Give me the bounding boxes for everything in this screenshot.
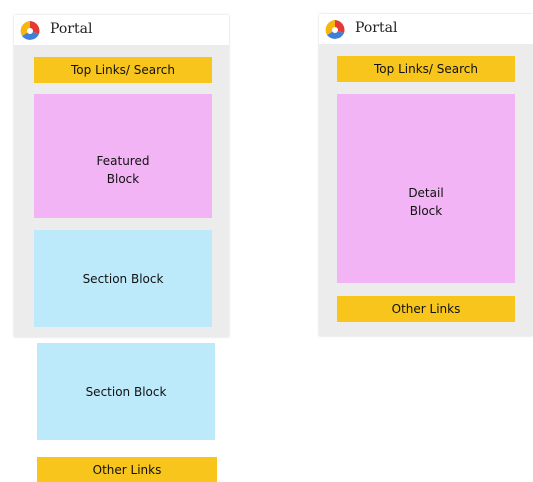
detail-label-line1: Detail xyxy=(408,186,444,200)
section-block-1-label: Section Block xyxy=(82,271,164,286)
left-header: Portal xyxy=(14,15,229,45)
wireframe-canvas: Portal Top Links/ Search Featured Block … xyxy=(0,0,533,482)
right-detail-block: Detail Block xyxy=(337,94,515,283)
left-top-links-search[interactable]: Top Links/ Search xyxy=(34,57,212,83)
featured-label-line1: Featured xyxy=(96,153,150,168)
portal-logo-icon xyxy=(20,21,40,40)
right-mobile-frame: Portal Top Links/ Search Detail Block Ot… xyxy=(319,14,533,336)
left-section-block-1: Section Block xyxy=(34,230,212,327)
portal-logo-icon xyxy=(325,20,345,39)
detail-label-line2: Block xyxy=(409,204,443,218)
right-brand-label: Portal xyxy=(355,20,398,36)
right-other-links[interactable]: Other Links xyxy=(337,296,515,322)
right-other-links-label: Other Links xyxy=(391,302,461,316)
left-featured-block: Featured Block xyxy=(34,94,212,218)
left-brand-label: Portal xyxy=(50,21,93,37)
right-top-links-search[interactable]: Top Links/ Search xyxy=(337,56,515,82)
right-header: Portal xyxy=(319,14,533,44)
right-top-links-label: Top Links/ Search xyxy=(374,62,478,76)
featured-label-line2: Block xyxy=(106,171,140,186)
left-top-links-label: Top Links/ Search xyxy=(71,63,175,77)
left-other-links[interactable]: Other Links xyxy=(37,457,217,482)
left-section-block-2: Section Block xyxy=(37,343,215,440)
section-block-2-label: Section Block xyxy=(85,384,167,399)
left-other-links-label: Other Links xyxy=(92,462,162,477)
left-mobile-frame: Portal Top Links/ Search Featured Block … xyxy=(14,15,229,337)
